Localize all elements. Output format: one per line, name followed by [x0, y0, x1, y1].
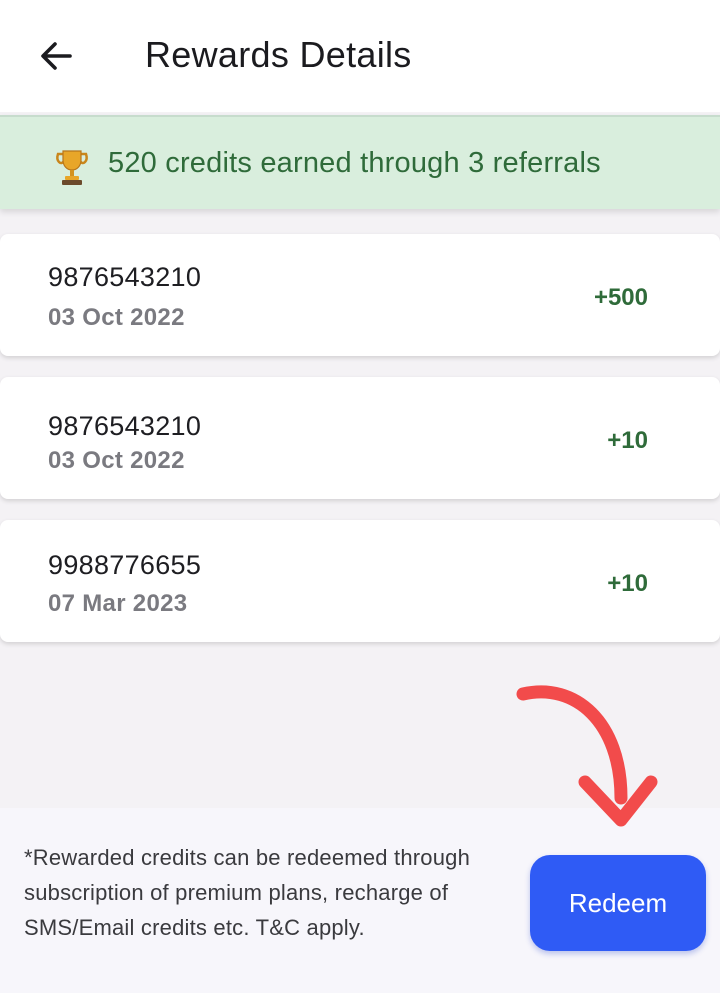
- reward-card[interactable]: 9988776655 07 Mar 2023 +10: [0, 520, 720, 642]
- back-button[interactable]: [28, 26, 84, 86]
- page-title: Rewards Details: [145, 34, 412, 75]
- redeem-button[interactable]: Redeem: [530, 855, 706, 951]
- reward-date: 03 Oct 2022: [48, 304, 185, 331]
- reward-credit-amount: +10: [607, 570, 648, 597]
- reward-phone-number: 9988776655: [48, 550, 202, 580]
- arrow-left-icon: [41, 42, 72, 70]
- reward-phone-number: 9876543210: [48, 262, 202, 292]
- reward-date: 03 Oct 2022: [48, 447, 185, 474]
- curved-arrow-icon: [516, 685, 658, 827]
- reward-phone-number: 9876543210: [48, 411, 202, 441]
- app-header: Rewards Details: [0, 0, 720, 112]
- reward-date: 07 Mar 2023: [48, 590, 188, 617]
- reward-card[interactable]: 9876543210 03 Oct 2022 +500: [0, 234, 720, 356]
- reward-credit-amount: +500: [593, 284, 648, 311]
- referral-summary-text: 520 credits earned through 3 referrals: [108, 147, 601, 179]
- reward-credit-amount: +10: [607, 427, 648, 454]
- referral-summary-banner: 520 credits earned through 3 referrals: [0, 115, 720, 209]
- terms-note: *Rewarded credits can be redeemed throug…: [24, 845, 471, 940]
- reward-card[interactable]: 9876543210 03 Oct 2022 +10: [0, 377, 720, 499]
- trophy-icon: [56, 150, 88, 185]
